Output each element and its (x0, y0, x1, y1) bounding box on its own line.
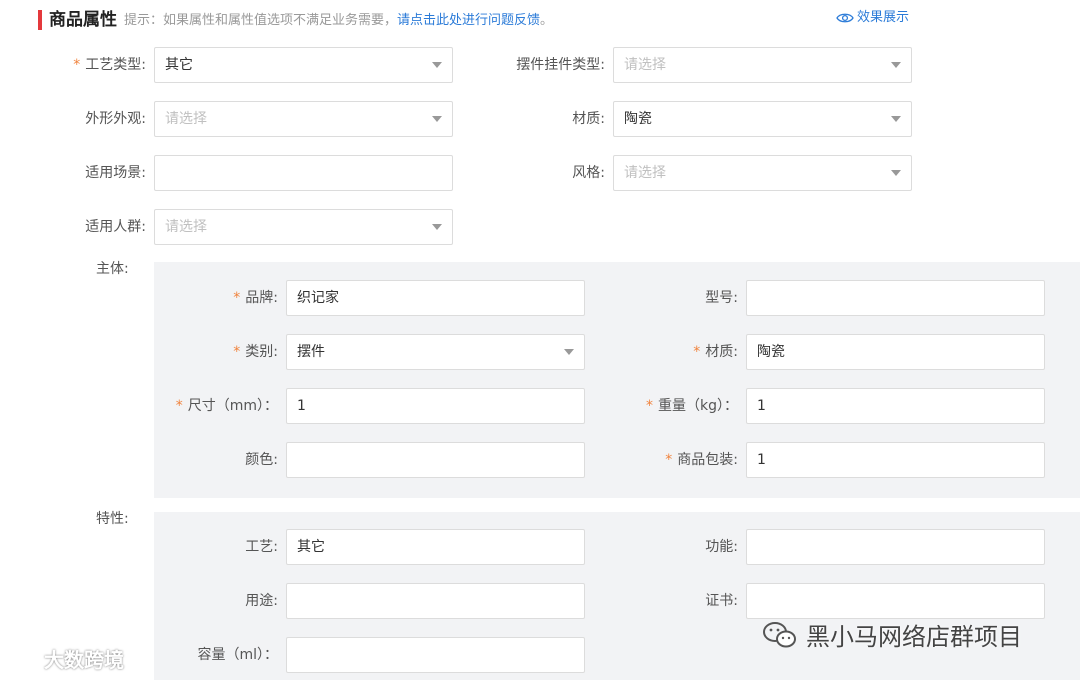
dropdown-arrow-icon (432, 224, 442, 230)
style-select[interactable]: 请选择 (613, 155, 912, 191)
ornament-type-placeholder: 请选择 (624, 57, 666, 73)
eye-icon (836, 13, 854, 23)
scene-input[interactable] (154, 155, 453, 191)
weight-label: * 重量（kg）： (646, 398, 738, 414)
function-label: 功能: (705, 539, 738, 555)
usage-input[interactable] (286, 583, 585, 619)
style-placeholder: 请选择 (624, 165, 666, 181)
preview-label: 效果展示 (857, 10, 910, 25)
main-section-label: 主体: (96, 261, 129, 277)
audience-label: 适用人群: (85, 219, 146, 235)
feature-section-label: 特性: (96, 511, 129, 527)
capacity-input[interactable] (286, 637, 585, 673)
wechat-icon (763, 621, 796, 647)
function-input[interactable] (746, 529, 1045, 565)
style-label: 风格: (572, 165, 605, 181)
color-label: 颜色: (245, 452, 278, 468)
required-star: * (665, 452, 673, 468)
category-select[interactable]: 摆件 (286, 334, 585, 370)
main-material-label: * 材质: (693, 344, 738, 360)
weight-input[interactable]: 1 (746, 388, 1045, 424)
dropdown-arrow-icon (564, 349, 574, 355)
section-tip: 提示：如果属性和属性值选项不满足业务需要，请点击此处进行问题反馈。 (124, 11, 553, 31)
certificate-label: 证书: (705, 593, 738, 609)
main-material-input[interactable]: 陶瓷 (746, 334, 1045, 370)
model-input[interactable] (746, 280, 1045, 316)
preview-button[interactable]: 效果展示 (836, 8, 909, 28)
dropdown-arrow-icon (891, 62, 901, 68)
required-star: * (646, 398, 653, 414)
craft-type-value: 其它 (165, 57, 193, 73)
appearance-label: 外形外观: (85, 111, 146, 127)
tip-text: 提示：如果属性和属性值选项不满足业务需要， (124, 13, 398, 28)
category-value: 摆件 (297, 344, 325, 360)
required-star: * (233, 290, 241, 306)
model-label: 型号: (705, 290, 738, 306)
weibo-icon (11, 648, 39, 669)
required-star: * (693, 344, 701, 360)
dropdown-arrow-icon (432, 116, 442, 122)
required-star: * (233, 344, 241, 360)
tip-suffix: 。 (540, 13, 554, 28)
feedback-link[interactable]: 请点击此处进行问题反馈 (397, 13, 540, 28)
size-input[interactable]: 1 (286, 388, 585, 424)
required-star: * (73, 57, 81, 73)
size-label: * 尺寸（mm）： (175, 398, 278, 414)
craft-type-select[interactable]: 其它 (154, 47, 453, 83)
dropdown-arrow-icon (891, 116, 901, 122)
packaging-label: * 商品包装: (665, 452, 738, 468)
color-input[interactable] (286, 442, 585, 478)
scene-label: 适用场景: (85, 165, 146, 181)
craft-input[interactable]: 其它 (286, 529, 585, 565)
appearance-select[interactable]: 请选择 (154, 101, 453, 137)
audience-placeholder: 请选择 (165, 219, 207, 235)
material-value: 陶瓷 (624, 111, 652, 127)
material-select[interactable]: 陶瓷 (613, 101, 912, 137)
dropdown-arrow-icon (432, 62, 442, 68)
watermark-left: 大数跨境 (10, 644, 124, 673)
watermark-right: 黑小马网络店群项目 (762, 617, 1022, 652)
craft-type-label: * 工艺类型: (73, 57, 146, 73)
category-label: * 类别: (233, 344, 278, 360)
section-title: 商品属性 (49, 10, 117, 30)
ornament-type-select[interactable]: 请选择 (613, 47, 912, 83)
dropdown-arrow-icon (891, 170, 901, 176)
material-label: 材质: (572, 111, 605, 127)
brand-label: * 品牌: (233, 290, 278, 306)
required-star: * (175, 398, 183, 414)
section-accent-bar (38, 10, 42, 30)
brand-input[interactable]: 织记家 (286, 280, 585, 316)
audience-select[interactable]: 请选择 (154, 209, 453, 245)
usage-label: 用途: (245, 593, 278, 609)
packaging-input[interactable]: 1 (746, 442, 1045, 478)
certificate-input[interactable] (746, 583, 1045, 619)
ornament-type-label: 摆件挂件类型: (516, 57, 605, 73)
craft-label: 工艺: (245, 539, 278, 555)
appearance-placeholder: 请选择 (165, 111, 207, 127)
capacity-label: 容量（ml）： (197, 647, 278, 663)
